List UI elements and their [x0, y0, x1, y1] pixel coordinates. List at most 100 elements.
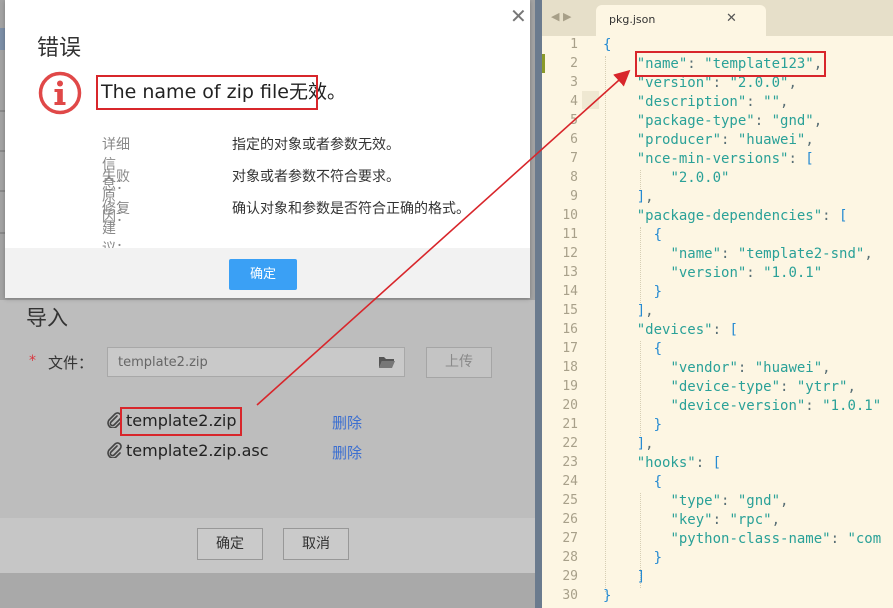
- error-info-icon: [38, 71, 82, 115]
- code-line: 8 "2.0.0": [542, 170, 893, 189]
- code-line: 25 "type": "gnd",: [542, 493, 893, 512]
- paperclip-icon: [107, 442, 122, 458]
- code-line: 16 "devices": [: [542, 322, 893, 341]
- code-text: ],: [636, 436, 654, 452]
- folder-open-icon[interactable]: [378, 355, 396, 369]
- import-ok-button[interactable]: 确定: [197, 528, 263, 560]
- delete-file-link[interactable]: 删除: [332, 442, 362, 463]
- code-text: "package-dependencies": [: [636, 208, 848, 224]
- window-divider: [535, 0, 542, 608]
- line-number: 28: [562, 550, 578, 565]
- line-number: 7: [570, 151, 578, 166]
- tab-pkg-json[interactable]: pkg.json ✕: [596, 5, 766, 36]
- code-line: 17 {: [542, 341, 893, 360]
- code-line: 10 "package-dependencies": [: [542, 208, 893, 227]
- code-line: 7 "nce-min-versions": [: [542, 151, 893, 170]
- code-text: }: [653, 417, 663, 433]
- tab-nav-arrows-icon[interactable]: ◀ ▶: [551, 10, 571, 23]
- code-line: 23 "hooks": [: [542, 455, 893, 474]
- line-number: 9: [570, 189, 578, 204]
- detail-value: 确认对象和参数是否符合正确的格式。: [232, 201, 470, 217]
- code-line: 29 ]: [542, 569, 893, 588]
- code-area[interactable]: 1{2 "name": "template123", 3 "version": "…: [542, 36, 893, 608]
- file-path-input[interactable]: template2.zip: [107, 347, 405, 377]
- line-number: 10: [562, 208, 578, 223]
- error-dialog: 错误 ✕ The name of zip file无效。 详细信息： 指定的对象…: [5, 0, 530, 298]
- dialog-ok-button[interactable]: 确定: [229, 259, 297, 290]
- line-number: 8: [570, 170, 578, 185]
- line-number: 1: [570, 37, 578, 52]
- code-line: 27 "python-class-name": "com: [542, 531, 893, 550]
- code-line: 18 "vendor": "huawei",: [542, 360, 893, 379]
- code-text: }: [603, 588, 612, 604]
- code-text: "version": "1.0.1": [670, 265, 823, 281]
- line-number: 20: [562, 398, 578, 413]
- code-line: 5 "package-type": "gnd",: [542, 113, 893, 132]
- code-line: 20 "device-version": "1.0.1": [542, 398, 893, 417]
- required-mark: *: [29, 353, 36, 369]
- line-number: 23: [562, 455, 578, 470]
- code-line: 6 "producer": "huawei",: [542, 132, 893, 151]
- code-line: 4 "description": "",: [542, 94, 893, 113]
- import-title: 导入: [26, 306, 68, 330]
- import-cancel-button[interactable]: 取消: [283, 528, 349, 560]
- line-number: 16: [562, 322, 578, 337]
- highlight-box-name-field: [635, 51, 826, 77]
- code-line: 24 {: [542, 474, 893, 493]
- code-line: 21 }: [542, 417, 893, 436]
- code-text: "python-class-name": "com: [670, 531, 882, 547]
- code-text: }: [653, 550, 663, 566]
- code-text: "key": "rpc",: [670, 512, 781, 528]
- detail-value: 对象或者参数不符合要求。: [232, 169, 400, 185]
- line-number: 12: [562, 246, 578, 261]
- code-text: {: [653, 227, 663, 243]
- highlight-box-zip-file: [120, 407, 242, 436]
- code-text: "version": "2.0.0",: [636, 75, 797, 91]
- code-text: "type": "gnd",: [670, 493, 789, 509]
- code-text: {: [603, 37, 612, 53]
- tab-label: pkg.json: [609, 13, 656, 26]
- code-text: }: [653, 284, 663, 300]
- tab-close-icon[interactable]: ✕: [726, 11, 737, 26]
- line-number: 2: [570, 56, 578, 71]
- import-footer: [0, 518, 535, 573]
- line-number: 30: [562, 588, 578, 603]
- code-line: 30}: [542, 588, 893, 607]
- code-line: 19 "device-type": "ytrr",: [542, 379, 893, 398]
- line-number: 17: [562, 341, 578, 356]
- attached-file-item: template2.zip.asc: [106, 441, 269, 460]
- code-text: "device-type": "ytrr",: [670, 379, 856, 395]
- detail-value: 指定的对象或者参数无效。: [232, 137, 400, 153]
- code-line: 9 ],: [542, 189, 893, 208]
- line-number: 13: [562, 265, 578, 280]
- highlight-box-error-message: [96, 75, 318, 110]
- code-text: ]: [636, 569, 646, 585]
- line-number: 18: [562, 360, 578, 375]
- line-number: 4: [570, 94, 578, 109]
- code-text: {: [653, 341, 663, 357]
- code-line: 3 "version": "2.0.0",: [542, 75, 893, 94]
- line-number: 29: [562, 569, 578, 584]
- line-number: 27: [562, 531, 578, 546]
- code-text: "producer": "huawei",: [636, 132, 814, 148]
- code-text: "2.0.0": [670, 170, 730, 186]
- line-number: 3: [570, 75, 578, 90]
- file-label: 文件：: [48, 354, 94, 372]
- line-number: 11: [562, 227, 578, 242]
- line-number: 26: [562, 512, 578, 527]
- code-line: 13 "version": "1.0.1": [542, 265, 893, 284]
- code-line: 22 ],: [542, 436, 893, 455]
- code-text: ],: [636, 303, 654, 319]
- import-panel: [0, 300, 535, 518]
- code-line: 12 "name": "template2-snd",: [542, 246, 893, 265]
- close-icon[interactable]: ✕: [510, 4, 527, 28]
- code-line: 26 "key": "rpc",: [542, 512, 893, 531]
- line-number: 19: [562, 379, 578, 394]
- delete-file-link[interactable]: 删除: [332, 412, 362, 433]
- code-text: "package-type": "gnd",: [636, 113, 823, 129]
- line-number: 22: [562, 436, 578, 451]
- line-number: 5: [570, 113, 578, 128]
- code-text: "description": "",: [636, 94, 789, 110]
- code-text: "nce-min-versions": [: [636, 151, 814, 167]
- upload-button[interactable]: 上传: [426, 347, 492, 378]
